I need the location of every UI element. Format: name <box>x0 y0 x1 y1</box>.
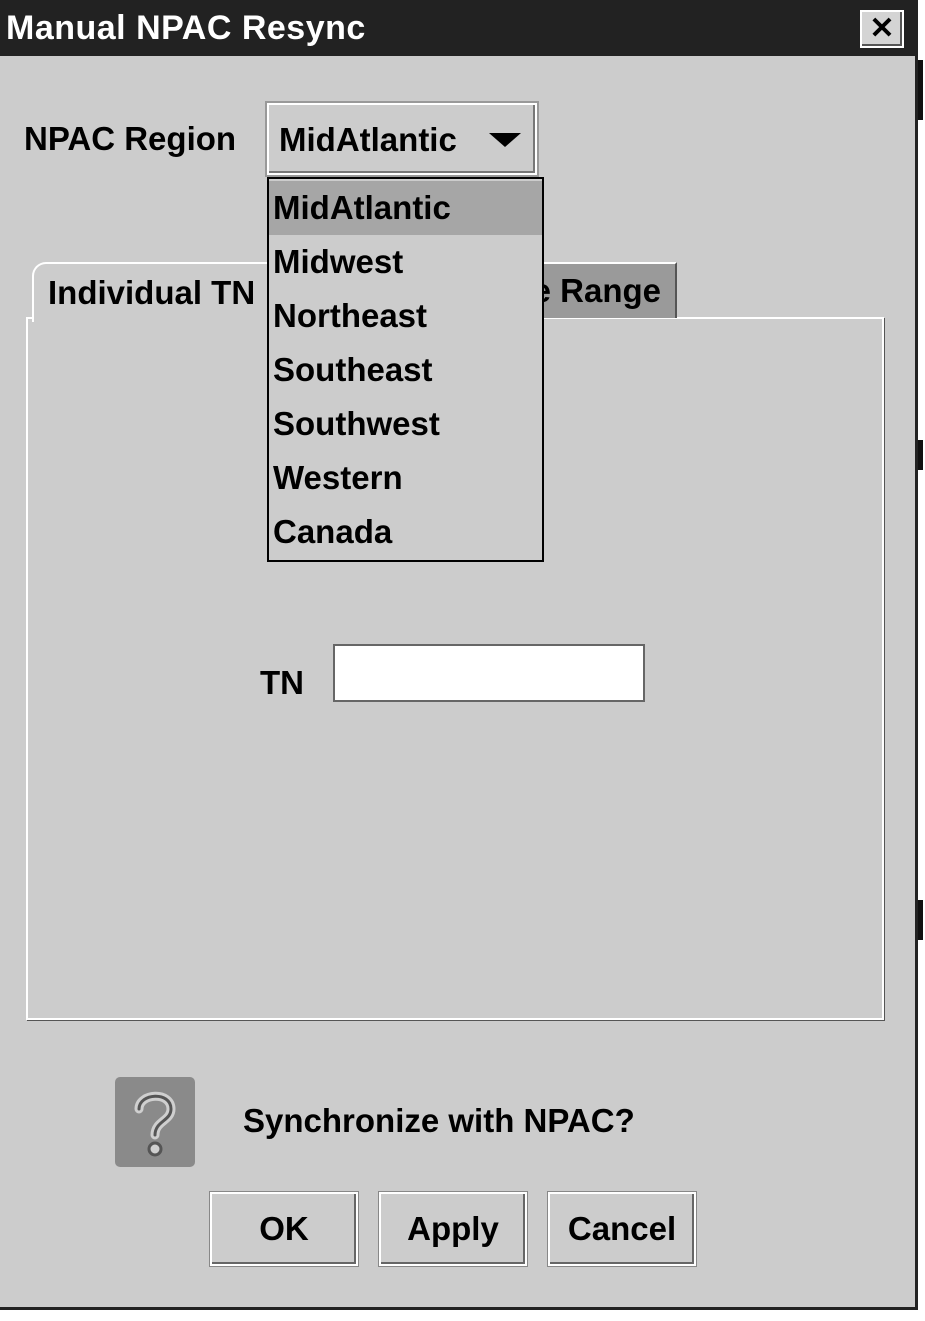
close-icon: ✕ <box>869 12 895 45</box>
window-edge-mark <box>918 900 923 940</box>
title-bar[interactable]: Manual NPAC Resync ✕ <box>0 0 915 56</box>
region-option-midwest[interactable]: Midwest <box>269 235 542 289</box>
tab-tn-range-label: e Range <box>532 272 661 309</box>
question-icon <box>115 1077 195 1167</box>
window-title: Manual NPAC Resync <box>6 9 366 47</box>
chevron-down-icon[interactable] <box>489 133 521 147</box>
synchronize-prompt: Synchronize with NPAC? <box>243 1102 635 1139</box>
tab-individual-tn[interactable]: Individual TN <box>32 262 277 322</box>
region-option-northeast[interactable]: Northeast <box>269 289 542 343</box>
window-edge-mark <box>918 60 923 120</box>
close-button[interactable]: ✕ <box>860 10 904 48</box>
region-option-midatlantic[interactable]: MidAtlantic <box>269 181 542 235</box>
region-option-western[interactable]: Western <box>269 451 542 505</box>
manual-npac-resync-dialog: Manual NPAC Resync ✕ NPAC Region MidAtla… <box>0 0 918 1310</box>
npac-region-selected-value: MidAtlantic <box>279 121 457 158</box>
region-option-canada[interactable]: Canada <box>269 505 542 559</box>
apply-button[interactable]: Apply <box>379 1192 527 1266</box>
ok-button[interactable]: OK <box>210 1192 358 1266</box>
tab-individual-tn-label: Individual TN <box>48 274 256 311</box>
window-edge-mark <box>918 440 923 470</box>
tn-input[interactable] <box>333 644 645 702</box>
region-option-southeast[interactable]: Southeast <box>269 343 542 397</box>
tn-label: TN <box>260 664 304 701</box>
npac-region-dropdown-list[interactable]: MidAtlantic Midwest Northeast Southeast … <box>267 177 544 562</box>
npac-region-combobox[interactable]: MidAtlantic <box>267 103 537 175</box>
cancel-button[interactable]: Cancel <box>548 1192 696 1266</box>
npac-region-label: NPAC Region <box>24 120 237 157</box>
region-option-southwest[interactable]: Southwest <box>269 397 542 451</box>
